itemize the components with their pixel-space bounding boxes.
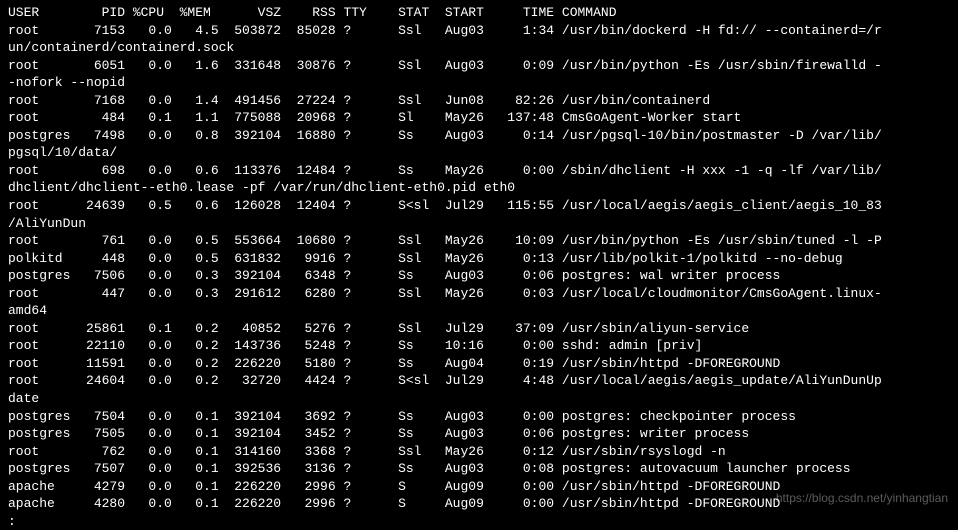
process-row: root 447 0.0 0.3 291612 6280 ? Ssl May26… bbox=[8, 285, 950, 303]
process-row: root 22110 0.0 0.2 143736 5248 ? Ss 10:1… bbox=[8, 337, 950, 355]
process-row: root 24604 0.0 0.2 32720 4424 ? S<sl Jul… bbox=[8, 372, 950, 390]
process-row: postgres 7507 0.0 0.1 392536 3136 ? Ss A… bbox=[8, 460, 950, 478]
process-row-wrap: un/containerd/containerd.sock bbox=[8, 39, 950, 57]
process-row: postgres 7504 0.0 0.1 392104 3692 ? Ss A… bbox=[8, 408, 950, 426]
process-row-wrap: dhclient/dhclient--eth0.lease -pf /var/r… bbox=[8, 179, 950, 197]
process-row-wrap: pgsql/10/data/ bbox=[8, 144, 950, 162]
process-row: root 11591 0.0 0.2 226220 5180 ? Ss Aug0… bbox=[8, 355, 950, 373]
process-row: root 761 0.0 0.5 553664 10680 ? Ssl May2… bbox=[8, 232, 950, 250]
process-row: root 762 0.0 0.1 314160 3368 ? Ssl May26… bbox=[8, 443, 950, 461]
process-row: root 25861 0.1 0.2 40852 5276 ? Ssl Jul2… bbox=[8, 320, 950, 338]
process-row: apache 4279 0.0 0.1 226220 2996 ? S Aug0… bbox=[8, 478, 950, 496]
pager-prompt[interactable]: : bbox=[8, 513, 950, 530]
process-row: root 7168 0.0 1.4 491456 27224 ? Ssl Jun… bbox=[8, 92, 950, 110]
process-row-wrap: /AliYunDun bbox=[8, 215, 950, 233]
process-row: polkitd 448 0.0 0.5 631832 9916 ? Ssl Ma… bbox=[8, 250, 950, 268]
terminal-output: USER PID %CPU %MEM VSZ RSS TTY STAT STAR… bbox=[8, 4, 950, 530]
process-row: root 6051 0.0 1.6 331648 30876 ? Ssl Aug… bbox=[8, 57, 950, 75]
process-row: apache 4280 0.0 0.1 226220 2996 ? S Aug0… bbox=[8, 495, 950, 513]
process-row: postgres 7506 0.0 0.3 392104 6348 ? Ss A… bbox=[8, 267, 950, 285]
process-row: root 7153 0.0 4.5 503872 85028 ? Ssl Aug… bbox=[8, 22, 950, 40]
process-row: root 24639 0.5 0.6 126028 12404 ? S<sl J… bbox=[8, 197, 950, 215]
process-row: postgres 7505 0.0 0.1 392104 3452 ? Ss A… bbox=[8, 425, 950, 443]
process-row: postgres 7498 0.0 0.8 392104 16880 ? Ss … bbox=[8, 127, 950, 145]
process-row-wrap: amd64 bbox=[8, 302, 950, 320]
process-row: root 698 0.0 0.6 113376 12484 ? Ss May26… bbox=[8, 162, 950, 180]
process-row-wrap: date bbox=[8, 390, 950, 408]
process-row: root 484 0.1 1.1 775088 20968 ? Sl May26… bbox=[8, 109, 950, 127]
process-header-row: USER PID %CPU %MEM VSZ RSS TTY STAT STAR… bbox=[8, 4, 950, 22]
process-row-wrap: -nofork --nopid bbox=[8, 74, 950, 92]
